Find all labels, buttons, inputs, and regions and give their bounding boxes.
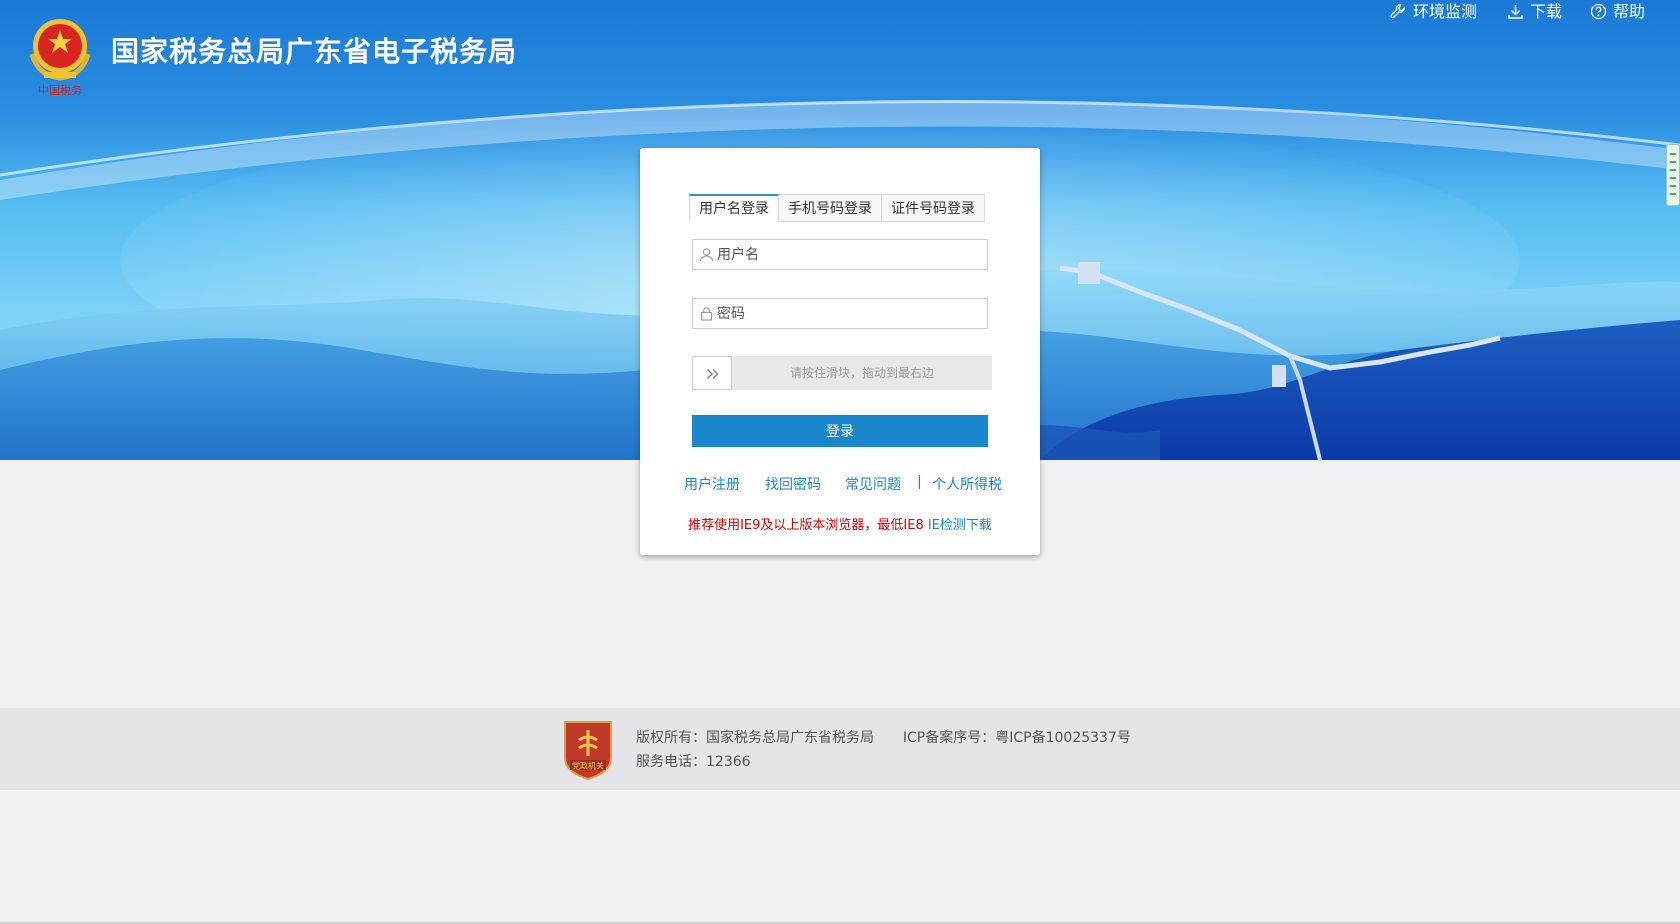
download-label: 下载	[1530, 2, 1563, 21]
lock-icon	[700, 307, 713, 321]
service-phone-line: 服务电话：12366	[636, 751, 751, 771]
browser-warning-text: 推荐使用IE9及以上版本浏览器，最低IE8	[688, 518, 924, 533]
icp-value: 粤ICP备10025337号	[995, 730, 1131, 746]
auxiliary-links: 用户注册 找回密码 常见问题 | 个人所得税	[640, 474, 1040, 494]
link-separator: |	[917, 474, 922, 490]
svg-text:中国税务: 中国税务	[38, 83, 82, 97]
environment-check-link[interactable]: 环境监测	[1390, 0, 1477, 24]
phone-value: 12366	[706, 754, 751, 770]
recover-password-link[interactable]: 找回密码	[765, 474, 821, 494]
side-scroll-indicator[interactable]	[1666, 144, 1680, 206]
tax-bureau-emblem-logo: 中国税务	[29, 19, 91, 97]
browser-notice: 推荐使用IE9及以上版本浏览器，最低IE8 IE检测下载	[640, 514, 1040, 533]
faq-link[interactable]: 常见问题	[845, 474, 901, 494]
download-link[interactable]: 下载	[1507, 0, 1562, 24]
svg-text:党政机关: 党政机关	[572, 761, 604, 771]
slider-hint: 请按住滑块，拖动到最右边	[789, 366, 934, 380]
help-icon	[1590, 3, 1607, 20]
username-input[interactable]	[717, 240, 982, 269]
tab-phone-login[interactable]: 手机号码登录	[779, 194, 882, 222]
environment-check-label: 环境监测	[1413, 2, 1478, 21]
username-field[interactable]	[692, 239, 988, 270]
register-link[interactable]: 用户注册	[684, 474, 740, 494]
login-panel: 用户名登录 手机号码登录 证件号码登录 请按住滑块，拖动到最右边 登录 用户注册…	[640, 148, 1040, 555]
double-chevron-right-icon	[707, 369, 719, 379]
password-input[interactable]	[717, 299, 982, 328]
government-agency-badge-icon[interactable]: 党政机关	[563, 718, 613, 780]
slider-handle[interactable]	[692, 356, 732, 390]
download-icon	[1508, 5, 1523, 19]
help-label: 帮助	[1613, 2, 1646, 21]
personal-income-tax-link[interactable]: 个人所得税	[932, 474, 1002, 494]
site-title: 国家税务总局广东省电子税务局	[111, 35, 518, 68]
login-method-tabs: 用户名登录 手机号码登录 证件号码登录	[689, 194, 985, 222]
page-footer: 党政机关 版权所有：国家税务总局广东省税务局 ICP备案序号：粤ICP备1002…	[0, 708, 1680, 790]
wrench-icon	[1390, 3, 1405, 19]
ie-check-download-link[interactable]: IE检测下载	[928, 518, 992, 533]
user-icon	[699, 248, 714, 262]
phone-label: 服务电话：	[636, 754, 706, 770]
copyright-value: 国家税务总局广东省税务局	[706, 730, 874, 746]
password-field[interactable]	[692, 298, 988, 329]
help-link[interactable]: 帮助	[1590, 0, 1645, 24]
icp-label: ICP备案序号：	[902, 730, 996, 746]
tab-username-login[interactable]: 用户名登录	[689, 194, 779, 222]
copyright-line: 版权所有：国家税务总局广东省税务局 ICP备案序号：粤ICP备10025337号	[636, 727, 1131, 747]
tab-id-number-login[interactable]: 证件号码登录	[882, 194, 985, 222]
slide-verification[interactable]: 请按住滑块，拖动到最右边	[692, 356, 992, 390]
copyright-label: 版权所有：	[636, 730, 706, 746]
login-button[interactable]: 登录	[692, 415, 988, 447]
